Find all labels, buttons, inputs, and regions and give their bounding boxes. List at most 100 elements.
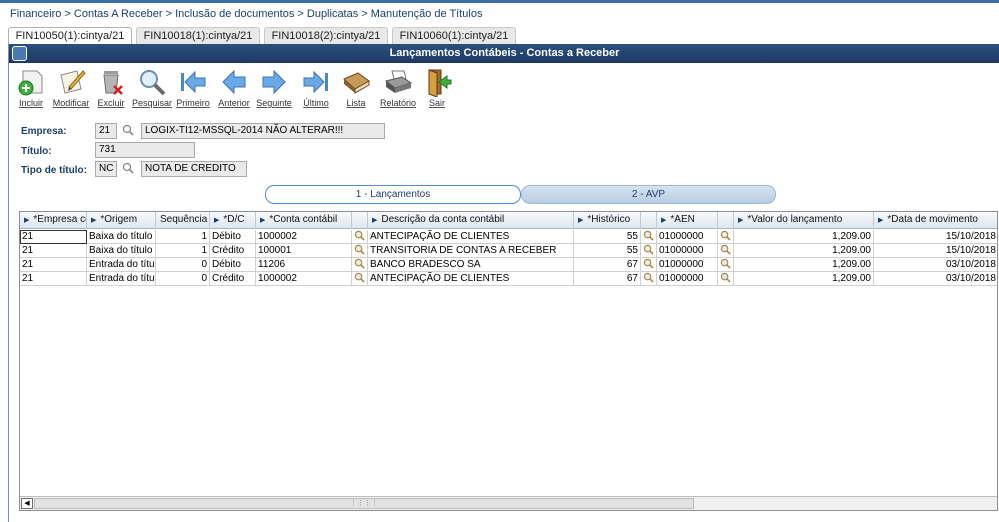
- cell-origem[interactable]: Baixa do título: [87, 230, 156, 244]
- horizontal-scrollbar[interactable]: ◀ ⋮⋮⋮⋮: [20, 496, 997, 510]
- cell-empresa[interactable]: 21: [20, 244, 87, 258]
- table-row[interactable]: 21 Entrada do título 0 Crédito 1000002 ANTECI…: [20, 272, 997, 286]
- tab-fin10018-2[interactable]: FIN10018(2):cintya/21: [264, 27, 388, 45]
- anterior-button[interactable]: Anterior: [212, 65, 256, 113]
- col-header-conta-contabil[interactable]: ▶ *Conta contábil: [256, 212, 352, 229]
- lookup-cell[interactable]: [718, 244, 734, 258]
- cell-aen[interactable]: 01000000: [657, 244, 718, 258]
- lookup-cell[interactable]: [718, 272, 734, 286]
- primeiro-button[interactable]: Primeiro: [171, 65, 215, 113]
- titulo-field[interactable]: 731: [95, 142, 195, 158]
- cell-valor[interactable]: 1,209.00: [734, 272, 874, 286]
- cell-historico[interactable]: 67: [574, 272, 641, 286]
- seguinte-button[interactable]: Seguinte: [252, 65, 296, 113]
- conta-lookup-icon[interactable]: [354, 272, 365, 283]
- incluir-button[interactable]: Incluir: [9, 65, 53, 113]
- tipo-titulo-lookup-icon[interactable]: [122, 162, 134, 174]
- col-header-aen[interactable]: ▶ *AEN: [657, 212, 718, 229]
- historico-lookup-icon[interactable]: [643, 258, 654, 269]
- empresa-code-field[interactable]: 21: [95, 123, 117, 139]
- aen-lookup-icon[interactable]: [720, 230, 731, 241]
- lookup-cell[interactable]: [718, 230, 734, 244]
- subtab-avp[interactable]: 2 - AVP: [521, 185, 776, 204]
- breadcrumb[interactable]: Financeiro > Contas A Receber > Inclusão…: [10, 8, 482, 20]
- cell-conta[interactable]: 100001: [256, 244, 352, 258]
- cell-descricao[interactable]: ANTECIPAÇÃO DE CLIENTES: [368, 272, 574, 286]
- scroll-thumb[interactable]: ⋮⋮⋮⋮: [34, 498, 694, 509]
- lookup-cell[interactable]: [641, 272, 657, 286]
- historico-lookup-icon[interactable]: [643, 272, 654, 283]
- lookup-cell[interactable]: [352, 258, 368, 272]
- cell-aen[interactable]: 01000000: [657, 272, 718, 286]
- lookup-cell[interactable]: [352, 272, 368, 286]
- cell-data[interactable]: 15/10/2018: [874, 244, 997, 258]
- lookup-cell[interactable]: [641, 244, 657, 258]
- cell-valor[interactable]: 1,209.00: [734, 244, 874, 258]
- aen-lookup-icon[interactable]: [720, 258, 731, 269]
- cell-aen[interactable]: 01000000: [657, 230, 718, 244]
- cell-sequencia[interactable]: 1: [156, 230, 210, 244]
- cell-origem[interactable]: Baixa do título: [87, 244, 156, 258]
- cell-conta[interactable]: 11206: [256, 258, 352, 272]
- cell-sequencia[interactable]: 0: [156, 258, 210, 272]
- lookup-cell[interactable]: [641, 258, 657, 272]
- tab-fin10018-1[interactable]: FIN10018(1):cintya/21: [136, 27, 260, 45]
- cell-empresa[interactable]: 21: [20, 230, 87, 244]
- modificar-button[interactable]: Modificar: [49, 65, 93, 113]
- cell-historico[interactable]: 67: [574, 258, 641, 272]
- aen-lookup-icon[interactable]: [720, 244, 731, 255]
- tab-fin10060-1[interactable]: FIN10060(1):cintya/21: [392, 27, 516, 45]
- cell-empresa[interactable]: 21: [20, 272, 87, 286]
- col-header-sequencia[interactable]: Sequência: [156, 212, 210, 229]
- cell-sequencia[interactable]: 1: [156, 244, 210, 258]
- table-row[interactable]: 21 Baixa do título 1 Débito 1000002 ANTECIPAÇ…: [20, 230, 997, 244]
- col-header-descricao[interactable]: ▶ Descrição da conta contábil: [368, 212, 574, 229]
- cell-descricao[interactable]: TRANSITORIA DE CONTAS A RECEBER: [368, 244, 574, 258]
- table-row[interactable]: 21 Baixa do título 1 Crédito 100001 TRANSITOR…: [20, 244, 997, 258]
- pesquisar-button[interactable]: Pesquisar: [130, 65, 174, 113]
- lookup-cell[interactable]: [352, 230, 368, 244]
- historico-lookup-icon[interactable]: [643, 244, 654, 255]
- subtab-lancamentos[interactable]: 1 - Lançamentos: [265, 185, 521, 204]
- conta-lookup-icon[interactable]: [354, 230, 365, 241]
- cell-dc[interactable]: Crédito: [210, 272, 256, 286]
- col-header-historico[interactable]: ▶ *Histórico: [574, 212, 641, 229]
- cell-conta[interactable]: 1000002: [256, 272, 352, 286]
- sair-button[interactable]: Sair: [415, 65, 459, 113]
- empresa-lookup-icon[interactable]: [122, 124, 134, 136]
- col-header-data[interactable]: ▶ *Data de movimento: [874, 212, 997, 229]
- cell-historico[interactable]: 55: [574, 244, 641, 258]
- cell-data[interactable]: 03/10/2018: [874, 272, 997, 286]
- cell-descricao[interactable]: ANTECIPAÇÃO DE CLIENTES: [368, 230, 574, 244]
- conta-lookup-icon[interactable]: [354, 258, 365, 269]
- col-header-empresa[interactable]: ▶*Empresa con: [20, 212, 87, 229]
- lookup-cell[interactable]: [718, 258, 734, 272]
- cell-valor[interactable]: 1,209.00: [734, 258, 874, 272]
- lista-button[interactable]: Lista: [334, 65, 378, 113]
- cell-descricao[interactable]: BANCO BRADESCO SA: [368, 258, 574, 272]
- cell-origem[interactable]: Entrada do título: [87, 258, 156, 272]
- historico-lookup-icon[interactable]: [643, 230, 654, 241]
- col-header-dc[interactable]: ▶ *D/C: [210, 212, 256, 229]
- cell-historico[interactable]: 55: [574, 230, 641, 244]
- excluir-button[interactable]: Excluir: [89, 65, 133, 113]
- relatorio-button[interactable]: Relatório: [376, 65, 420, 113]
- cell-data[interactable]: 15/10/2018: [874, 230, 997, 244]
- cell-valor[interactable]: 1,209.00: [734, 230, 874, 244]
- scroll-left-icon[interactable]: ◀: [21, 498, 33, 509]
- table-row[interactable]: 21 Entrada do título 0 Débito 11206 BANCO BRA…: [20, 258, 997, 272]
- col-header-origem[interactable]: ▶ *Origem: [87, 212, 156, 229]
- cell-data[interactable]: 03/10/2018: [874, 258, 997, 272]
- cell-origem[interactable]: Entrada do título: [87, 272, 156, 286]
- cell-dc[interactable]: Débito: [210, 230, 256, 244]
- tipo-titulo-code-field[interactable]: NC: [95, 161, 117, 177]
- aen-lookup-icon[interactable]: [720, 272, 731, 283]
- ultimo-button[interactable]: Último: [294, 65, 338, 113]
- cell-conta[interactable]: 1000002: [256, 230, 352, 244]
- conta-lookup-icon[interactable]: [354, 244, 365, 255]
- lookup-cell[interactable]: [641, 230, 657, 244]
- cell-dc[interactable]: Débito: [210, 258, 256, 272]
- lookup-cell[interactable]: [352, 244, 368, 258]
- cell-aen[interactable]: 01000000: [657, 258, 718, 272]
- col-header-valor[interactable]: ▶ *Valor do lançamento: [734, 212, 874, 229]
